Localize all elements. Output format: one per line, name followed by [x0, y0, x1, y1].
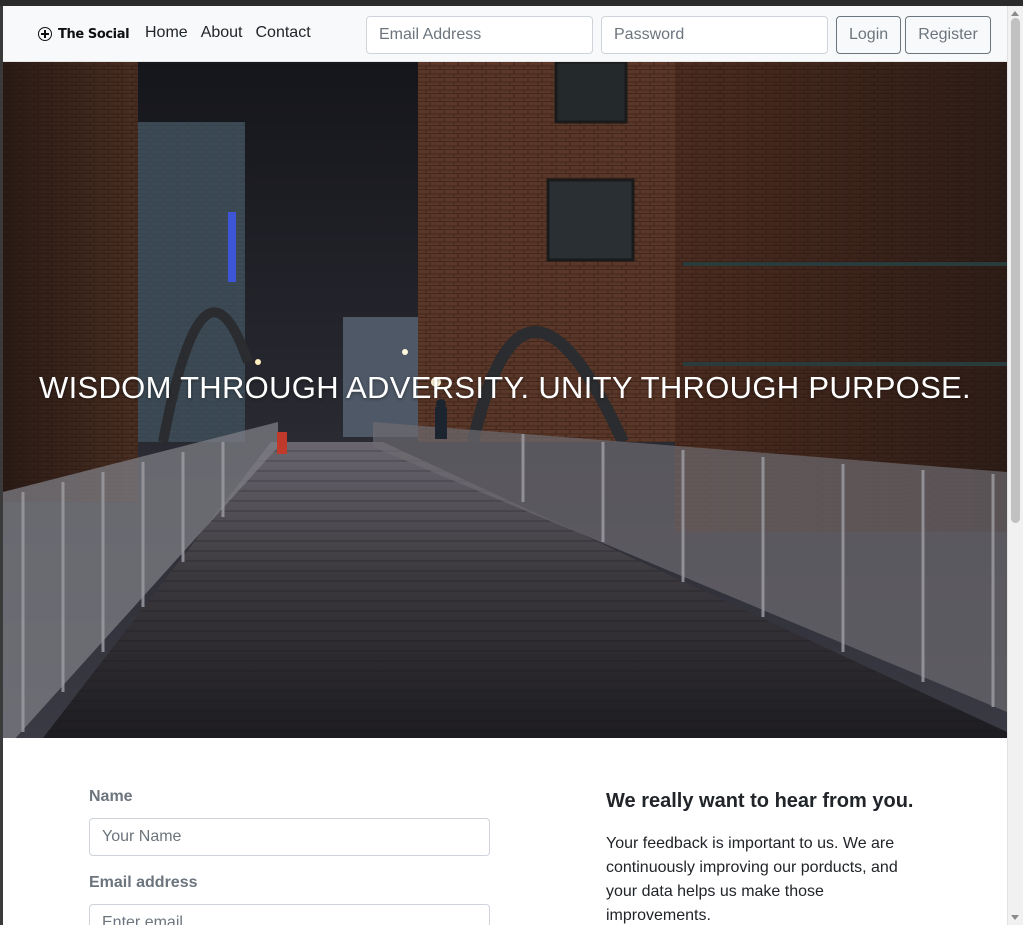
feedback-description: Your feedback is important to us. We are… — [606, 835, 898, 924]
register-button[interactable]: Register — [905, 16, 991, 54]
login-button[interactable]: Login — [836, 16, 901, 54]
nav-link-about[interactable]: About — [201, 24, 243, 42]
nav-links: Home About Contact — [145, 24, 324, 42]
scroll-up-arrow-icon[interactable] — [1011, 11, 1019, 16]
feedback-heading: We really want to hear from you. — [606, 790, 914, 812]
page: The Social Home About Contact Login Regi… — [3, 6, 1007, 925]
hero-banner: WISDOM THROUGH ADVERSITY. UNITY THROUGH … — [3, 62, 1007, 738]
login-password-input[interactable] — [601, 16, 828, 54]
nav-link-contact[interactable]: Contact — [256, 24, 311, 42]
globe-icon — [38, 27, 52, 41]
navbar: The Social Home About Contact Login Regi… — [3, 6, 1007, 62]
hero-tagline: WISDOM THROUGH ADVERSITY. UNITY THROUGH … — [39, 370, 971, 405]
email-input[interactable] — [89, 904, 490, 925]
page-scrollbar[interactable] — [1007, 6, 1023, 925]
brand-name: The Social — [58, 26, 130, 42]
login-email-input[interactable] — [366, 16, 593, 54]
name-input[interactable] — [89, 818, 490, 856]
email-label: Email address — [89, 874, 198, 891]
name-label: Name — [89, 788, 133, 805]
scrollbar-thumb[interactable] — [1011, 18, 1020, 523]
brand-logo[interactable]: The Social — [38, 23, 130, 45]
scroll-down-arrow-icon[interactable] — [1011, 915, 1019, 920]
nav-link-home[interactable]: Home — [145, 24, 188, 42]
